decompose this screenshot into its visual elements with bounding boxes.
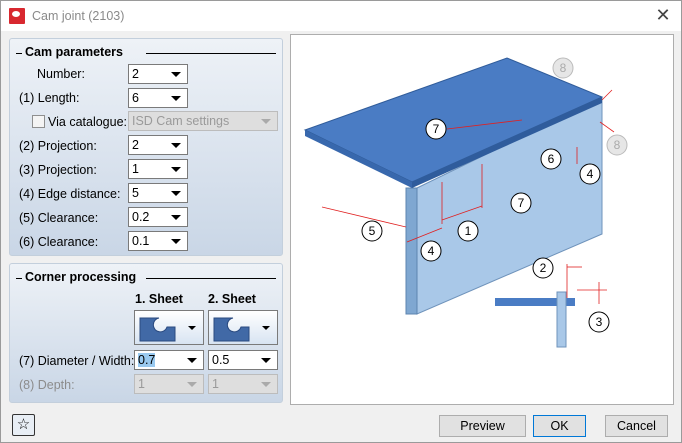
round-notch-icon: [139, 317, 176, 342]
sheet-2-corner-shape-dropdown[interactable]: [208, 310, 278, 345]
depth-sheet-2-dropdown[interactable]: 1: [208, 374, 278, 394]
round-notch-icon: [213, 317, 250, 342]
edge-distance-dropdown[interactable]: 5: [128, 183, 188, 203]
clearance-6-label: (6) Clearance:: [19, 235, 99, 249]
clearance-5-dropdown[interactable]: 0.2: [128, 207, 188, 227]
favorites-star-button[interactable]: ☆: [12, 414, 35, 436]
cam-parameters-title: Cam parameters: [16, 45, 276, 59]
depth-sheet-1-dropdown[interactable]: 1: [134, 374, 204, 394]
projection-3-dropdown[interactable]: 1: [128, 159, 188, 179]
sheet-1-header: 1. Sheet: [135, 292, 183, 306]
preview-button[interactable]: Preview: [439, 415, 526, 437]
projection-3-label: (3) Projection:: [19, 163, 97, 177]
callout-label: 7: [518, 196, 525, 210]
ok-button[interactable]: OK: [533, 415, 586, 437]
via-catalogue-label: Via catalogue:: [48, 115, 127, 129]
callout-label: 3: [596, 315, 603, 329]
callout-label: 7: [433, 122, 440, 136]
clearance-6-dropdown[interactable]: 0.1: [128, 231, 188, 251]
callout-label: 8: [614, 138, 621, 152]
diameter-sheet-2-dropdown[interactable]: 0.5: [208, 350, 278, 370]
corner-processing-title: Corner processing: [16, 270, 276, 284]
callout-label: 4: [428, 244, 435, 258]
projection-2-label: (2) Projection:: [19, 139, 97, 153]
preview-diagram: 1 2 3 4 4 5 6 7 7 8 8: [290, 34, 674, 405]
number-dropdown[interactable]: 2: [128, 64, 188, 84]
projection-2-dropdown[interactable]: 2: [128, 135, 188, 155]
callout-label: 5: [369, 224, 376, 238]
depth-label: (8) Depth:: [19, 378, 75, 392]
sheet-1-corner-shape-dropdown[interactable]: [134, 310, 204, 345]
close-icon[interactable]: ✕: [653, 5, 673, 26]
diameter-width-label: (7) Diameter / Width:: [19, 354, 135, 368]
diameter-sheet-1-dropdown[interactable]: 0.7: [134, 350, 204, 370]
edge-distance-label: (4) Edge distance:: [19, 187, 121, 201]
title-bar: Cam joint (2103) ✕: [1, 1, 681, 31]
callout-label: 6: [548, 152, 555, 166]
vertical-sheet-edge: [405, 187, 418, 315]
window-title: Cam joint (2103): [32, 9, 125, 23]
callout-label: 4: [587, 167, 594, 181]
length-dropdown[interactable]: 6: [128, 88, 188, 108]
section-vertical: [556, 291, 567, 348]
callout-label: 1: [465, 224, 472, 238]
catalogue-dropdown[interactable]: ISD Cam settings: [128, 111, 278, 131]
sheet-2-header: 2. Sheet: [208, 292, 256, 306]
callout-label: 8: [560, 61, 567, 75]
diameter-sheet-1-value: 0.7: [138, 353, 156, 367]
app-icon: [9, 8, 25, 24]
callout-label: 2: [540, 261, 547, 275]
cam-joint-illustration: 1 2 3 4 4 5 6 7 7 8 8: [303, 57, 628, 348]
length-label: (1) Length:: [19, 91, 80, 105]
via-catalogue-checkbox[interactable]: [32, 115, 45, 128]
cancel-button[interactable]: Cancel: [605, 415, 668, 437]
cam-joint-dialog: Cam joint (2103) ✕ Cam parameters Number…: [0, 0, 682, 443]
number-label: Number:: [37, 67, 85, 81]
clearance-5-label: (5) Clearance:: [19, 211, 99, 225]
